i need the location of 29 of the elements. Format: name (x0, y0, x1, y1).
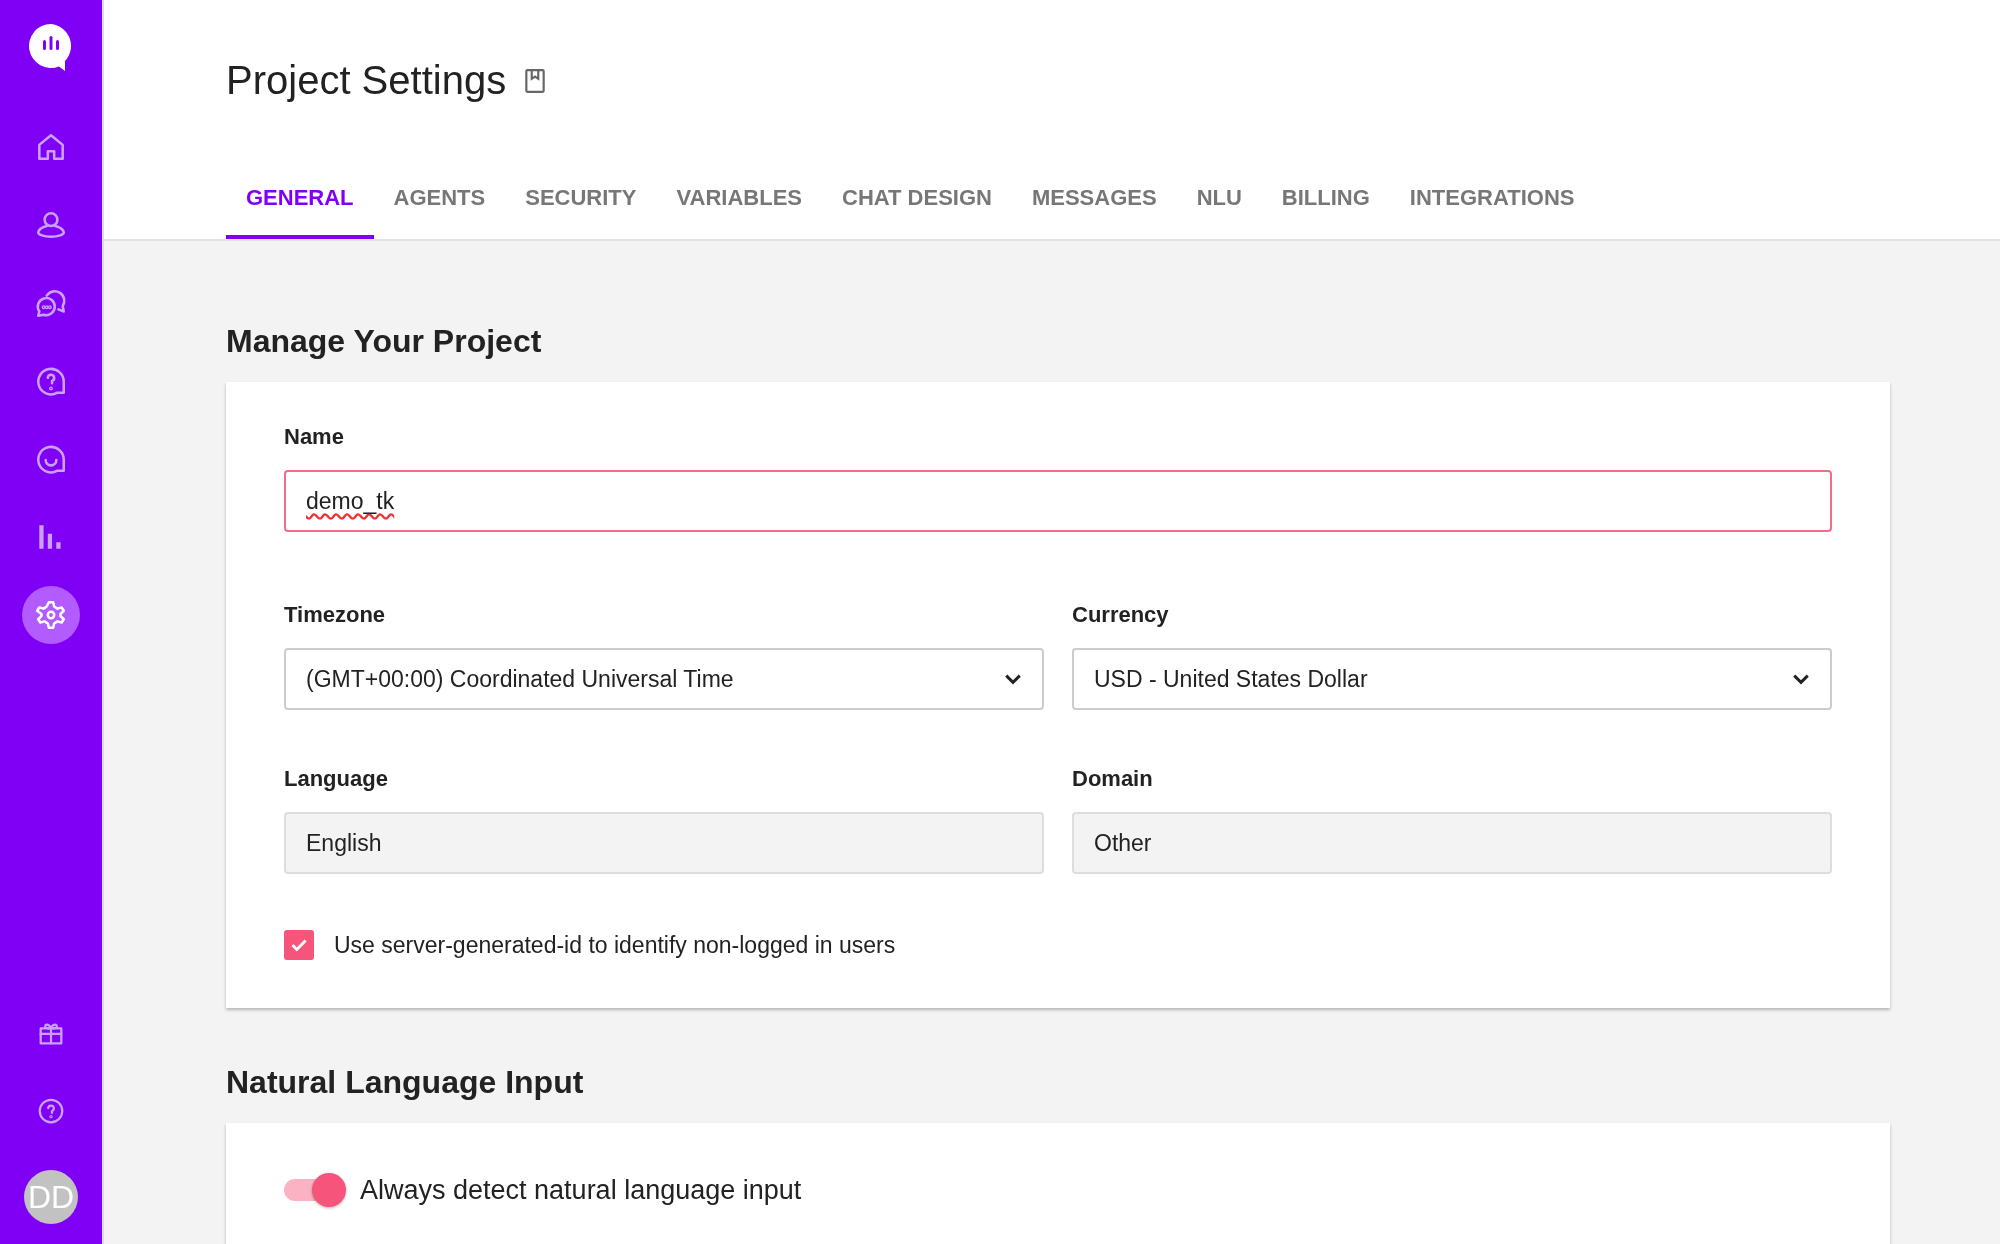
field-label: Language (284, 766, 389, 792)
toggle-label: Always detect natural language input (360, 1174, 802, 1206)
tab[interactable]: BILLING (1261, 185, 1390, 239)
field-label: Timezone (284, 602, 387, 628)
bookmark-icon[interactable] (524, 67, 547, 94)
tab[interactable]: INTEGRATIONS (1389, 185, 1595, 239)
select-field[interactable]: (GMT+00:00) Coordinated Universal Time (284, 648, 1044, 710)
tab[interactable]: CHAT DESIGN (822, 185, 1012, 239)
checkbox-label: Use server-generated-id to identify non-logged in users (334, 931, 896, 959)
select-field[interactable]: USD - United States Dollar (1072, 648, 1832, 710)
field-label: Currency (1072, 602, 1170, 628)
tab[interactable]: VARIABLES (656, 185, 822, 239)
tab[interactable]: GENERAL (226, 185, 374, 239)
section-heading: Natural Language Input (226, 1064, 585, 1101)
tab[interactable]: MESSAGES (1011, 185, 1177, 239)
page-title: Project Settings (226, 58, 507, 103)
field-label: Domain (1072, 766, 1154, 792)
chevron-down-icon (1004, 673, 1022, 685)
name-input-field[interactable]: demo_tk (284, 470, 1832, 532)
checkbox[interactable] (284, 930, 314, 960)
toggle-switch[interactable] (284, 1173, 346, 1207)
tab[interactable]: NLU (1176, 185, 1262, 239)
tab[interactable]: AGENTS (373, 185, 506, 239)
help-icon (36, 1096, 66, 1126)
field-label: Name (284, 424, 345, 450)
section-heading: Manage Your Project (226, 323, 543, 360)
chevron-down-icon (1792, 673, 1810, 685)
tab[interactable]: SECURITY (505, 185, 657, 239)
settings-icon (34, 598, 68, 632)
